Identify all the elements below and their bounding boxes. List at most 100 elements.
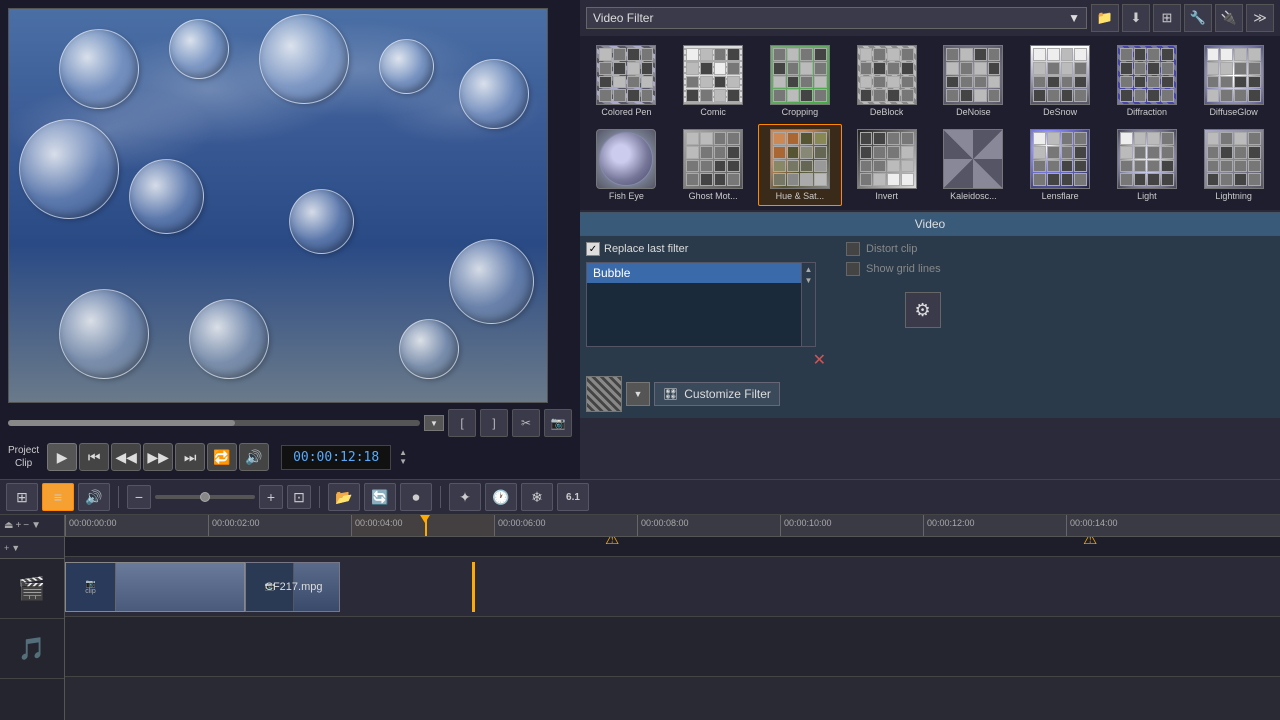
folder-icon[interactable]: 📁	[1091, 4, 1119, 32]
audio-track-row[interactable]	[65, 617, 1280, 677]
filter-item-colored-pen[interactable]: Colored Pen	[584, 40, 669, 122]
bubble-7	[129, 159, 204, 234]
filter-label-denoise: DeNoise	[956, 107, 991, 117]
filter-grid: Colored Pen Comic	[580, 36, 1280, 210]
filter-preview-dropdown[interactable]: ▼	[626, 382, 650, 406]
timecode-up[interactable]: ▲	[399, 448, 407, 457]
refresh-button[interactable]: 🔄	[364, 483, 396, 511]
rewind-button[interactable]: ◀◀	[111, 443, 141, 471]
filter-item-light[interactable]: Light	[1105, 124, 1190, 206]
ruler-plus-icon[interactable]: +	[15, 520, 21, 531]
filter-preview-thumb	[586, 376, 622, 412]
ruler-tick-5: 00:00:10:00	[780, 515, 923, 536]
audio-view-button[interactable]: 🔊	[78, 483, 110, 511]
ruler-expand-icon[interactable]: ▼	[31, 520, 41, 531]
video-track-label: 🎬	[0, 559, 64, 619]
filter-label-diffuseglow: DiffuseGlow	[1209, 107, 1257, 117]
show-grid-lines-checkbox[interactable]	[846, 262, 860, 276]
forward-button[interactable]: ▶▶	[143, 443, 173, 471]
filter-listbox-item-bubble[interactable]: Bubble	[587, 263, 815, 283]
grid-icon[interactable]: ⊞	[1153, 4, 1181, 32]
plugin-icon[interactable]: 🔌	[1215, 4, 1243, 32]
filter-item-lightning[interactable]: Lightning	[1191, 124, 1276, 206]
clock-button[interactable]: 🕐	[485, 483, 517, 511]
zoom-in-button[interactable]: +	[259, 485, 283, 509]
zoom-slider[interactable]	[155, 495, 255, 499]
record-button[interactable]: ⏺	[400, 483, 432, 511]
warning-diamond-1: ⚠	[605, 537, 619, 549]
play-button[interactable]: ▶	[47, 443, 77, 471]
ruler-left-spacer: ⏏ + − ▼	[0, 515, 65, 536]
bubble-8	[289, 189, 354, 254]
timecode-down[interactable]: ▼	[399, 457, 407, 466]
filter-item-diffraction[interactable]: Diffraction	[1105, 40, 1190, 122]
expand-icon[interactable]: ≫	[1246, 4, 1274, 32]
filter-item-lensflare[interactable]: Lensflare	[1018, 124, 1103, 206]
clip-segment-1[interactable]: 📷 clip	[65, 562, 245, 612]
clip-end-marker	[472, 562, 475, 612]
filter-item-diffuseglow[interactable]: DiffuseGlow	[1191, 40, 1276, 122]
bubble-2	[169, 19, 229, 79]
replace-last-filter-checkbox[interactable]: ✓	[586, 242, 600, 256]
ruler-minus-icon[interactable]: −	[23, 520, 29, 531]
filter-item-fish-eye[interactable]: Fish Eye	[584, 124, 669, 206]
filter-item-kaleidosc[interactable]: Kaleidosc...	[931, 124, 1016, 206]
settings-gear-button[interactable]: ⚙	[905, 292, 941, 328]
filter-thumb-ghost-mot	[683, 129, 743, 189]
loop-button[interactable]: 🔁	[207, 443, 237, 471]
transport-controls: ▶ ⏮ ◀◀ ▶▶ ⏭ 🔁 🔊	[47, 443, 269, 471]
seek-dropdown[interactable]: ▼	[424, 415, 444, 431]
ruler-content: 00:00:00:00 00:00:02:00 00:00:04:00 00:0…	[65, 515, 1280, 536]
filter-item-hue-sat[interactable]: Hue & Sat...	[758, 124, 843, 206]
timeline-view-button[interactable]: ≡	[42, 483, 74, 511]
storyboard-view-button[interactable]: ⊞	[6, 483, 38, 511]
scroll-down-arrow[interactable]: ▼	[805, 276, 813, 285]
prev-frame-button[interactable]: ⏮	[79, 443, 109, 471]
zoom-slider-thumb[interactable]	[200, 492, 210, 502]
out-point-btn[interactable]: ]	[480, 409, 508, 437]
scroll-up-arrow[interactable]: ▲	[805, 265, 813, 274]
volume-button[interactable]: 🔊	[239, 443, 269, 471]
filter-thumb-light	[1117, 129, 1177, 189]
timeline-ruler: ⏏ + − ▼ 00:00:00:00 00:00:02:00 00:00:04…	[0, 515, 1280, 537]
eject-icon[interactable]: ⏏	[4, 520, 13, 531]
video-track-icon: 🎬	[18, 576, 45, 602]
filter-item-ghost-mot[interactable]: Ghost Mot...	[671, 124, 756, 206]
filter-toolbar-icons: 📁 ⬇ ⊞ 🔧 🔌 ≫	[1091, 4, 1274, 32]
filter-item-comic[interactable]: Comic	[671, 40, 756, 122]
transport-bar: Project Clip ▶ ⏮ ◀◀ ▶▶ ⏭ 🔁 🔊 00:00:12:18…	[8, 443, 572, 471]
video-filter-dropdown[interactable]: Video Filter ▼	[586, 7, 1087, 29]
distort-clip-checkbox[interactable]	[846, 242, 860, 256]
next-frame-button[interactable]: ⏭	[175, 443, 205, 471]
filter-label-deblock: DeBlock	[870, 107, 904, 117]
video-section-body: ✓ Replace last filter Bubble ▲ ▼ ✕	[580, 236, 1280, 418]
filter-item-invert[interactable]: Invert	[844, 124, 929, 206]
zoom-out-button[interactable]: −	[127, 485, 151, 509]
effects-icon[interactable]: 🔧	[1184, 4, 1212, 32]
filter-listbox[interactable]: Bubble ▲ ▼	[586, 262, 816, 347]
filter-item-desnow[interactable]: DeSnow	[1018, 40, 1103, 122]
delete-filter-button[interactable]: ✕	[813, 350, 826, 370]
particle-button[interactable]: ❄	[521, 483, 553, 511]
download-icon[interactable]: ⬇	[1122, 4, 1150, 32]
number-button[interactable]: 6.1	[557, 483, 589, 511]
gear-icon-area: ⚙	[905, 282, 941, 328]
filter-item-denoise[interactable]: DeNoise	[931, 40, 1016, 122]
filter-item-deblock[interactable]: DeBlock	[844, 40, 929, 122]
filter-item-cropping[interactable]: Cropping	[758, 40, 843, 122]
in-point-btn[interactable]: [	[448, 409, 476, 437]
snapshot-btn[interactable]: 📷	[544, 409, 572, 437]
filter-label-fish-eye: Fish Eye	[609, 191, 644, 201]
fit-button[interactable]: ⊡	[287, 485, 311, 509]
ruler-tick-6: 00:00:12:00	[923, 515, 1066, 536]
track-add-icon[interactable]: +	[4, 543, 9, 553]
clip-thumbnail-1: 📷 clip	[66, 563, 116, 611]
video-track-row[interactable]: 📷 clip 📷 CF217.mpg	[65, 557, 1280, 617]
seek-bar[interactable]	[8, 420, 420, 426]
customize-filter-button[interactable]: 🎛 Customize Filter	[654, 382, 780, 406]
track-nav-icon[interactable]: ▼	[11, 543, 20, 553]
cut-btn[interactable]: ✂	[512, 409, 540, 437]
bubble-4	[379, 39, 434, 94]
effects-toolbar-button[interactable]: ✦	[449, 483, 481, 511]
open-folder-button[interactable]: 📂	[328, 483, 360, 511]
